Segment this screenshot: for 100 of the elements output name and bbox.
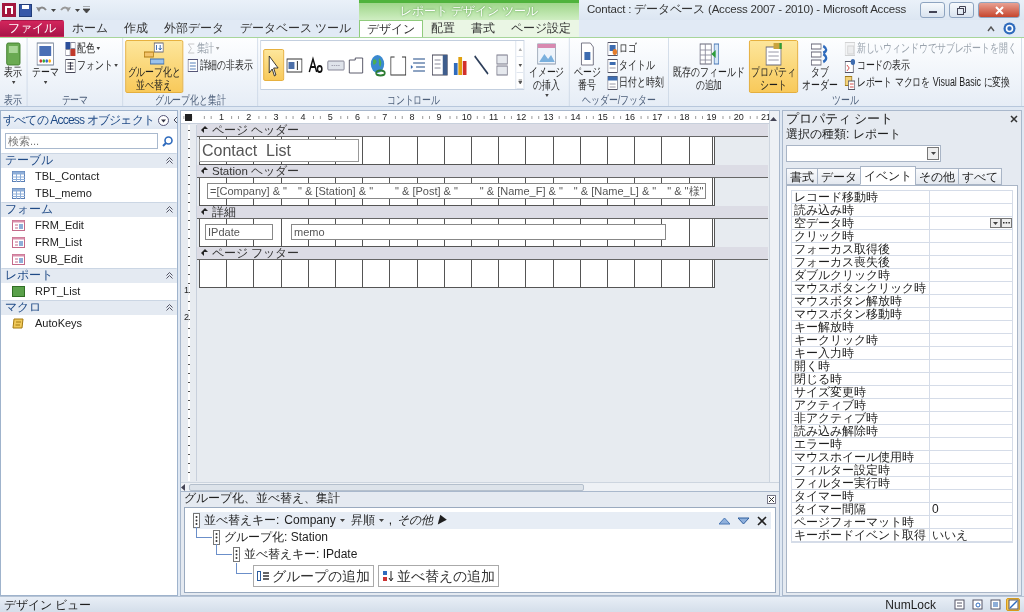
nav-item[interactable]: FRM_Edit bbox=[1, 217, 177, 234]
section-bar[interactable]: Station ヘッダー bbox=[197, 165, 768, 178]
nav-group-header[interactable]: テーブル bbox=[1, 153, 177, 168]
nav-item[interactable]: FRM_List bbox=[1, 234, 177, 251]
search-field[interactable]: 検索... bbox=[5, 133, 158, 149]
vertical-scrollbar[interactable] bbox=[769, 111, 779, 482]
ribbon-tab[interactable]: 作成 bbox=[116, 20, 156, 37]
minimize-button[interactable] bbox=[920, 2, 945, 18]
collapse-ribbon-icon[interactable] bbox=[987, 25, 995, 32]
ribbon-tab[interactable]: 書式 bbox=[463, 20, 504, 37]
restore-button[interactable] bbox=[949, 2, 974, 18]
drag-handle-icon[interactable] bbox=[233, 547, 240, 562]
ribbon-tab[interactable]: ホーム bbox=[64, 20, 116, 37]
drag-handle-icon[interactable] bbox=[213, 530, 220, 545]
nav-item[interactable]: TBL_Contact bbox=[1, 168, 177, 185]
layout-view-button[interactable] bbox=[988, 598, 1002, 611]
nav-group-header[interactable]: レポート bbox=[1, 268, 177, 283]
ribbon-button[interactable]: プロパティ シート bbox=[749, 40, 798, 93]
delete-icon[interactable] bbox=[757, 515, 767, 526]
move-down-icon[interactable] bbox=[738, 516, 749, 525]
add-button[interactable]: 並べ替えの追加 bbox=[378, 565, 499, 587]
ribbon-button[interactable]: イメージ の挿入 bbox=[526, 40, 567, 93]
group-level-row[interactable]: 並べ替えキー: IPdate bbox=[233, 546, 771, 563]
macro-convert-icon bbox=[844, 75, 856, 90]
ribbon-button[interactable]: 配色 bbox=[63, 40, 103, 57]
search-icon[interactable] bbox=[162, 135, 173, 147]
ribbon-button[interactable]: グループ化と 並べ替え bbox=[125, 40, 184, 93]
ribbon-button[interactable]: 詳細の非表示 bbox=[185, 57, 256, 74]
builder-button[interactable] bbox=[1001, 218, 1012, 229]
design-view-icon bbox=[1007, 599, 1019, 610]
ruler-number: 2 bbox=[245, 111, 253, 123]
group-level-row[interactable]: グループ化: Station bbox=[213, 529, 771, 546]
horizontal-scrollbar[interactable] bbox=[181, 482, 779, 491]
property-tab[interactable]: イベント bbox=[860, 166, 916, 186]
ruler-number: 13 bbox=[542, 111, 555, 123]
ribbon-tab[interactable]: ファイル bbox=[0, 20, 64, 37]
caret-icon bbox=[11, 81, 16, 84]
section-grip-icon bbox=[201, 126, 209, 134]
ribbon-button[interactable]: 日付と時刻 bbox=[605, 74, 666, 91]
ruler-number: 9 bbox=[435, 111, 443, 123]
section-bar[interactable]: ページ ヘッダー bbox=[197, 124, 768, 137]
ribbon-tab[interactable]: 配置 bbox=[423, 20, 464, 37]
ribbon-tab[interactable]: データベース ツール bbox=[232, 20, 360, 37]
nav-item[interactable]: TBL_memo bbox=[1, 185, 177, 202]
report-view-button[interactable] bbox=[952, 598, 966, 611]
ribbon-tab[interactable]: デザイン bbox=[359, 20, 424, 37]
property-tab[interactable]: データ bbox=[817, 168, 861, 186]
text-box-control[interactable]: =[Company] & " " & [Station] & " " & [Post] & " " & [Name_F] & " " & [Name_L] & " " & "様" bbox=[207, 183, 707, 199]
ribbon-tab[interactable]: ページ設定 bbox=[503, 20, 580, 37]
ribbon-button[interactable]: コードの表示 bbox=[842, 57, 913, 74]
scroll-thumb[interactable] bbox=[189, 483, 584, 491]
nav-group-header[interactable]: フォーム bbox=[1, 202, 177, 217]
picture-icon bbox=[536, 42, 557, 66]
nav-item[interactable]: RPT_List bbox=[1, 283, 177, 300]
nav-group-header[interactable]: マクロ bbox=[1, 300, 177, 315]
ribbon-button[interactable]: フォント bbox=[63, 57, 121, 74]
ribbon-tab[interactable]: 外部データ bbox=[156, 20, 232, 37]
group-sort-icon bbox=[143, 42, 165, 66]
ribbon-button[interactable]: ページ 番号 bbox=[571, 40, 603, 93]
close-icon[interactable] bbox=[1010, 115, 1018, 123]
add-button[interactable]: グループの追加 bbox=[253, 565, 374, 587]
ribbon-button[interactable]: テーマ bbox=[29, 40, 61, 93]
close-icon[interactable] bbox=[767, 494, 776, 504]
save-icon[interactable] bbox=[19, 3, 32, 17]
scroll-icon bbox=[12, 318, 25, 329]
ruler-number: 5 bbox=[326, 111, 334, 123]
property-name: アクティブ時 bbox=[792, 399, 930, 412]
ribbon-button[interactable]: レポート マクロを Visual Basic に変換 bbox=[842, 74, 1013, 91]
text-box-control[interactable]: memo bbox=[291, 224, 666, 240]
customize-icon[interactable] bbox=[83, 6, 90, 14]
dropdown-button[interactable] bbox=[990, 218, 1001, 229]
property-tab[interactable]: その他 bbox=[915, 168, 959, 186]
ribbon-button[interactable]: タブ オーダー bbox=[800, 40, 841, 93]
property-tab[interactable]: 書式 bbox=[786, 168, 818, 186]
property-name: 読み込み解除時 bbox=[792, 425, 930, 438]
drag-handle-icon[interactable] bbox=[193, 513, 200, 528]
close-button[interactable] bbox=[978, 2, 1020, 18]
more-options-link[interactable]: その他 ▶ bbox=[396, 512, 450, 529]
help-icon[interactable] bbox=[1003, 22, 1016, 35]
move-up-icon[interactable] bbox=[719, 516, 730, 525]
nav-item[interactable]: SUB_Edit bbox=[1, 251, 177, 268]
order-dropdown[interactable]: 昇順 bbox=[349, 512, 385, 529]
dropdown-button[interactable] bbox=[927, 147, 939, 161]
print-preview-button[interactable] bbox=[970, 598, 984, 611]
ribbon-button[interactable]: ロゴ bbox=[605, 40, 640, 57]
table-icon bbox=[12, 171, 25, 182]
dropdown-icon[interactable] bbox=[157, 114, 169, 126]
text-box-control[interactable]: IPdate bbox=[205, 224, 273, 240]
pointer-tool[interactable] bbox=[263, 49, 285, 81]
group-level-row[interactable]: 並べ替えキー: Company 昇順 , その他 ▶ bbox=[193, 512, 771, 529]
ribbon-button[interactable]: タイトル bbox=[605, 57, 658, 74]
section-bar[interactable]: ページ フッター bbox=[197, 247, 768, 260]
property-tab[interactable]: すべて bbox=[958, 168, 1002, 186]
label-control[interactable]: Contact List bbox=[199, 139, 359, 162]
design-view-button[interactable] bbox=[1006, 598, 1020, 611]
nav-item[interactable]: AutoKeys bbox=[1, 315, 177, 332]
field-dropdown[interactable]: Company bbox=[283, 512, 346, 529]
ribbon-button[interactable]: 表示 bbox=[2, 40, 25, 93]
section-bar[interactable]: 詳細 bbox=[197, 206, 768, 219]
ribbon-button[interactable]: 既存のフィールド の追加 bbox=[671, 40, 747, 93]
